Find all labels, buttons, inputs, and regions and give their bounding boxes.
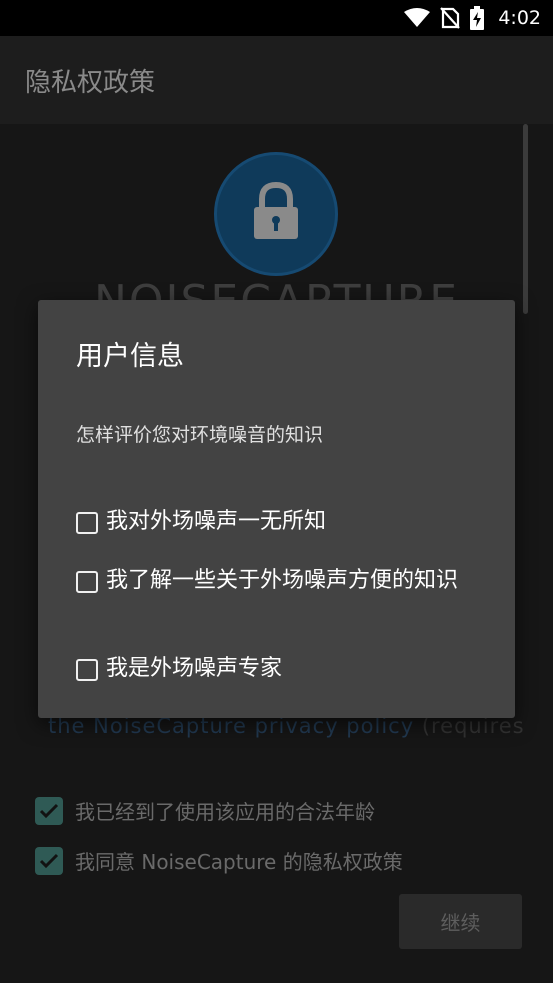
option-label: 我了解一些关于外场噪声方便的知识 bbox=[106, 568, 459, 593]
status-bar: 4:02 bbox=[0, 0, 553, 36]
agree-age-checkbox[interactable] bbox=[35, 796, 63, 825]
no-sim-icon bbox=[440, 7, 461, 29]
option-some-knowledge[interactable]: 我了解一些关于外场噪声方便的知识 bbox=[76, 568, 486, 596]
wifi-icon bbox=[404, 8, 431, 28]
status-icons: 4:02 bbox=[404, 0, 541, 36]
option-checkbox[interactable] bbox=[76, 512, 98, 534]
option-label: 我是外场噪声专家 bbox=[106, 656, 283, 681]
page-title: 隐私权政策 bbox=[25, 68, 156, 98]
dialog-question: 怎样评价您对环境噪音的知识 bbox=[76, 424, 324, 446]
battery-charging-icon bbox=[470, 6, 485, 30]
lock-icon bbox=[248, 181, 304, 247]
agree-age-label: 我已经到了使用该应用的合法年龄 bbox=[75, 800, 375, 824]
agree-policy-checkbox[interactable] bbox=[35, 846, 63, 875]
check-icon bbox=[39, 803, 59, 818]
continue-button[interactable]: 继续 bbox=[399, 894, 522, 949]
dialog-title: 用户信息 bbox=[76, 341, 184, 372]
option-checkbox[interactable] bbox=[76, 571, 98, 593]
agree-age-row[interactable]: 我已经到了使用该应用的合法年龄 bbox=[35, 796, 375, 825]
option-checkbox[interactable] bbox=[76, 659, 98, 681]
agree-policy-label: 我同意 NoiseCapture 的隐私权政策 bbox=[75, 850, 403, 874]
agree-policy-row[interactable]: 我同意 NoiseCapture 的隐私权政策 bbox=[35, 846, 403, 875]
status-time: 4:02 bbox=[498, 7, 541, 29]
user-info-dialog: 用户信息 怎样评价您对环境噪音的知识 我对外场噪声一无所知 我了解一些关于外场噪… bbox=[38, 300, 515, 718]
option-expert[interactable]: 我是外场噪声专家 bbox=[76, 656, 486, 684]
app-bar: 隐私权政策 bbox=[0, 36, 553, 124]
app-logo bbox=[214, 152, 338, 276]
option-label: 我对外场噪声一无所知 bbox=[106, 509, 327, 534]
option-no-knowledge[interactable]: 我对外场噪声一无所知 bbox=[76, 509, 486, 537]
check-icon bbox=[39, 853, 59, 868]
